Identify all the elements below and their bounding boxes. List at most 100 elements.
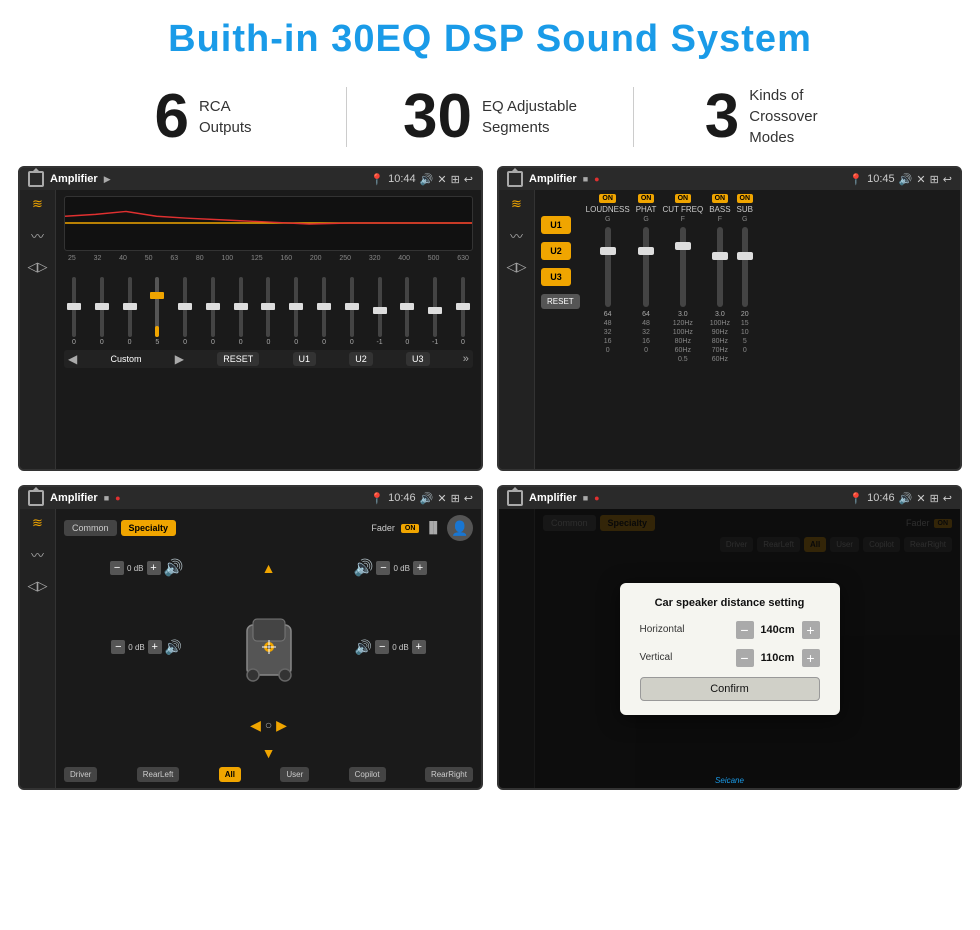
eq-u1-btn[interactable]: U1 <box>293 352 317 366</box>
cutfreq-slider[interactable] <box>680 227 686 307</box>
db-plus-tr[interactable]: + <box>413 561 427 575</box>
user-btn[interactable]: User <box>280 767 309 782</box>
amp-eq-icon[interactable]: ≋ <box>511 196 522 212</box>
eq-slider-9[interactable]: 0 <box>316 277 332 346</box>
bass-slider[interactable] <box>717 227 723 307</box>
wave-icon[interactable]: 〰 <box>31 226 44 245</box>
speaker-icon-4: 🔊 <box>899 492 913 505</box>
amp-sidebar: ≋ 〰 ◁▷ <box>499 190 535 469</box>
db-minus-tr[interactable]: − <box>376 561 390 575</box>
tab-specialty[interactable]: Specialty <box>121 520 177 536</box>
screen-fader: Amplifier ■ ● 📍 10:46 🔊 ✕ ⊞ ↩ ≋ 〰 ◁▷ <box>18 485 483 790</box>
db-ctrl-mr: 🔊 − 0 dB + <box>355 639 426 656</box>
eq-slider-8[interactable]: 0 <box>288 277 304 346</box>
status-bar-2: Amplifier ■ ● 📍 10:45 🔊 ✕ ⊞ ↩ <box>499 168 960 190</box>
dialog-horizontal-minus[interactable]: − <box>736 621 754 639</box>
tab-common[interactable]: Common <box>64 520 117 536</box>
driver-btn[interactable]: Driver <box>64 767 97 782</box>
freq-80: 80 <box>196 255 204 262</box>
phat-on[interactable]: ON <box>638 194 655 203</box>
loudness-on[interactable]: ON <box>599 194 616 203</box>
sub-slider[interactable] <box>742 227 748 307</box>
arrow-down[interactable]: ▼ <box>262 745 276 761</box>
speaker-icon[interactable]: ◁▷ <box>28 259 48 275</box>
sub-val: 20 <box>741 311 749 318</box>
phat-slider[interactable] <box>643 227 649 307</box>
u1-btn[interactable]: U1 <box>541 216 571 234</box>
arrow-right[interactable]: ▶ <box>276 717 287 734</box>
eq-slider-7[interactable]: 0 <box>260 277 276 346</box>
db-minus-mr[interactable]: − <box>375 640 389 654</box>
rearright-btn[interactable]: RearRight <box>425 767 473 782</box>
loudness-slider[interactable] <box>605 227 611 307</box>
dialog-vertical-plus[interactable]: + <box>802 649 820 667</box>
eq-u2-btn[interactable]: U2 <box>349 352 373 366</box>
eq-slider-11[interactable]: -1 <box>372 277 388 346</box>
home-icon-3[interactable] <box>28 490 44 506</box>
db-plus-tl[interactable]: + <box>147 561 161 575</box>
freq-125: 125 <box>251 255 263 262</box>
eq-slider-3[interactable]: 5 <box>149 277 165 346</box>
dialog-horizontal-plus[interactable]: + <box>802 621 820 639</box>
home-icon-2[interactable] <box>507 171 523 187</box>
db-minus-ml[interactable]: − <box>111 640 125 654</box>
eq-sliders: 0 0 0 5 0 <box>64 266 473 346</box>
x-icon-1: ✕ <box>437 173 446 186</box>
confirm-button[interactable]: Confirm <box>640 677 820 701</box>
avatar-icon[interactable]: 👤 <box>447 515 473 541</box>
arrow-up[interactable]: ▲ <box>262 560 276 576</box>
all-btn[interactable]: All <box>219 767 241 782</box>
u2-btn[interactable]: U2 <box>541 242 571 260</box>
amp-reset-btn[interactable]: RESET <box>541 294 580 309</box>
freq-500: 500 <box>428 255 440 262</box>
eq-prev-btn[interactable]: ◀ <box>68 352 77 366</box>
eq-slider-1[interactable]: 0 <box>94 277 110 346</box>
eq-slider-14[interactable]: 0 <box>455 277 471 346</box>
fader-speaker-icon[interactable]: ◁▷ <box>28 578 48 594</box>
eq-reset-btn[interactable]: RESET <box>217 352 259 366</box>
home-icon-4[interactable] <box>507 490 523 506</box>
freq-630: 630 <box>457 255 469 262</box>
arrow-left[interactable]: ◀ <box>250 717 261 734</box>
eq-slider-0[interactable]: 0 <box>66 277 82 346</box>
copilot-btn[interactable]: Copilot <box>349 767 386 782</box>
app-title-2: Amplifier <box>529 173 577 185</box>
x-icon-2: ✕ <box>916 173 925 186</box>
rearleft-btn[interactable]: RearLeft <box>137 767 180 782</box>
rec-icon-4: ■ <box>583 493 588 503</box>
db-minus-tl[interactable]: − <box>110 561 124 575</box>
db-plus-ml[interactable]: + <box>148 640 162 654</box>
loudness-val: 64 <box>604 311 612 318</box>
ch-sub: ON SUB G 20 15 10 5 0 <box>737 194 754 363</box>
fader-eq-icon[interactable]: ≋ <box>32 515 43 531</box>
fader-wave-icon[interactable]: 〰 <box>31 545 44 564</box>
eq-slider-5[interactable]: 0 <box>205 277 221 346</box>
eq-slider-2[interactable]: 0 <box>122 277 138 346</box>
fader-on-badge[interactable]: ON <box>401 524 420 533</box>
u3-btn[interactable]: U3 <box>541 268 571 286</box>
stat-eq: 30 EQ AdjustableSegments <box>347 86 633 148</box>
eq-slider-6[interactable]: 0 <box>233 277 249 346</box>
stat-crossover-label: Kinds ofCrossover Modes <box>749 85 849 148</box>
eq-slider-10[interactable]: 0 <box>344 277 360 346</box>
sub-on[interactable]: ON <box>737 194 754 203</box>
phat-val: 64 <box>642 311 650 318</box>
fader-toggle[interactable]: ▐▌ <box>425 522 441 534</box>
dialog-vertical-minus[interactable]: − <box>736 649 754 667</box>
eq-next-btn[interactable]: ▶ <box>175 352 184 366</box>
status-left-3: Amplifier ■ ● <box>28 490 121 506</box>
amp-speaker-icon[interactable]: ◁▷ <box>507 259 527 275</box>
freq-400: 400 <box>398 255 410 262</box>
eq-slider-4[interactable]: 0 <box>177 277 193 346</box>
cutfreq-on[interactable]: ON <box>675 194 692 203</box>
home-icon-1[interactable] <box>28 171 44 187</box>
bass-on[interactable]: ON <box>712 194 729 203</box>
eq-slider-12[interactable]: 0 <box>399 277 415 346</box>
ch-bass: ON BASS F 3.0 100Hz 90Hz 80Hz 70Hz 60Hz <box>709 194 730 363</box>
eq-icon[interactable]: ≋ <box>32 196 43 212</box>
status-bar-3: Amplifier ■ ● 📍 10:46 🔊 ✕ ⊞ ↩ <box>20 487 481 509</box>
eq-slider-13[interactable]: -1 <box>427 277 443 346</box>
db-plus-mr[interactable]: + <box>412 640 426 654</box>
amp-wave-icon[interactable]: 〰 <box>510 226 523 245</box>
eq-u3-btn[interactable]: U3 <box>406 352 430 366</box>
